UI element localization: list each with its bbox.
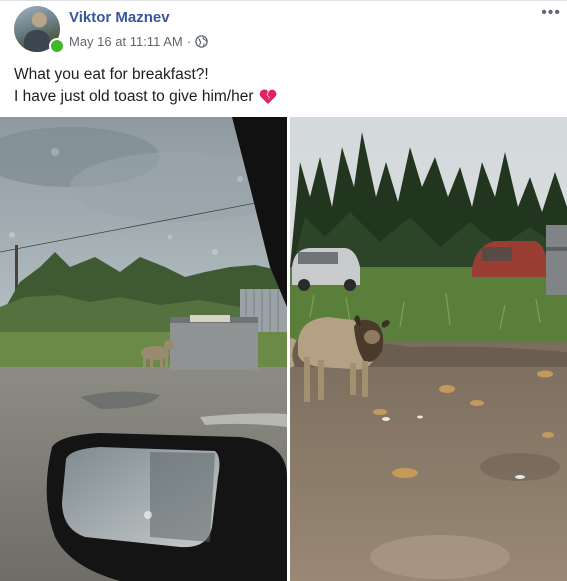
post-text-line-2: I have just old toast to give him/her [14, 88, 254, 105]
avatar-figure [24, 30, 50, 52]
top-divider [0, 0, 567, 1]
author-name-link[interactable]: Viktor Maznev [69, 9, 170, 26]
post-text-line-2-row: I have just old toast to give him/her [14, 86, 277, 108]
post-meta: May 16 at 11:11 AM · [69, 34, 208, 49]
photo-dog-dumpster-car-window[interactable] [0, 117, 287, 581]
globe-icon[interactable] [195, 35, 208, 48]
online-status-indicator [49, 38, 65, 54]
post-text-line-1: What you eat for breakfast?! [14, 66, 209, 83]
post-text: What you eat for breakfast?! I have just… [14, 64, 277, 108]
photo-dog-yard[interactable] [290, 117, 567, 581]
more-options-icon[interactable]: ••• [541, 4, 561, 22]
post-timestamp-link[interactable]: May 16 at 11:11 AM [69, 34, 183, 49]
broken-heart-icon [259, 89, 276, 104]
meta-separator: · [186, 34, 192, 49]
